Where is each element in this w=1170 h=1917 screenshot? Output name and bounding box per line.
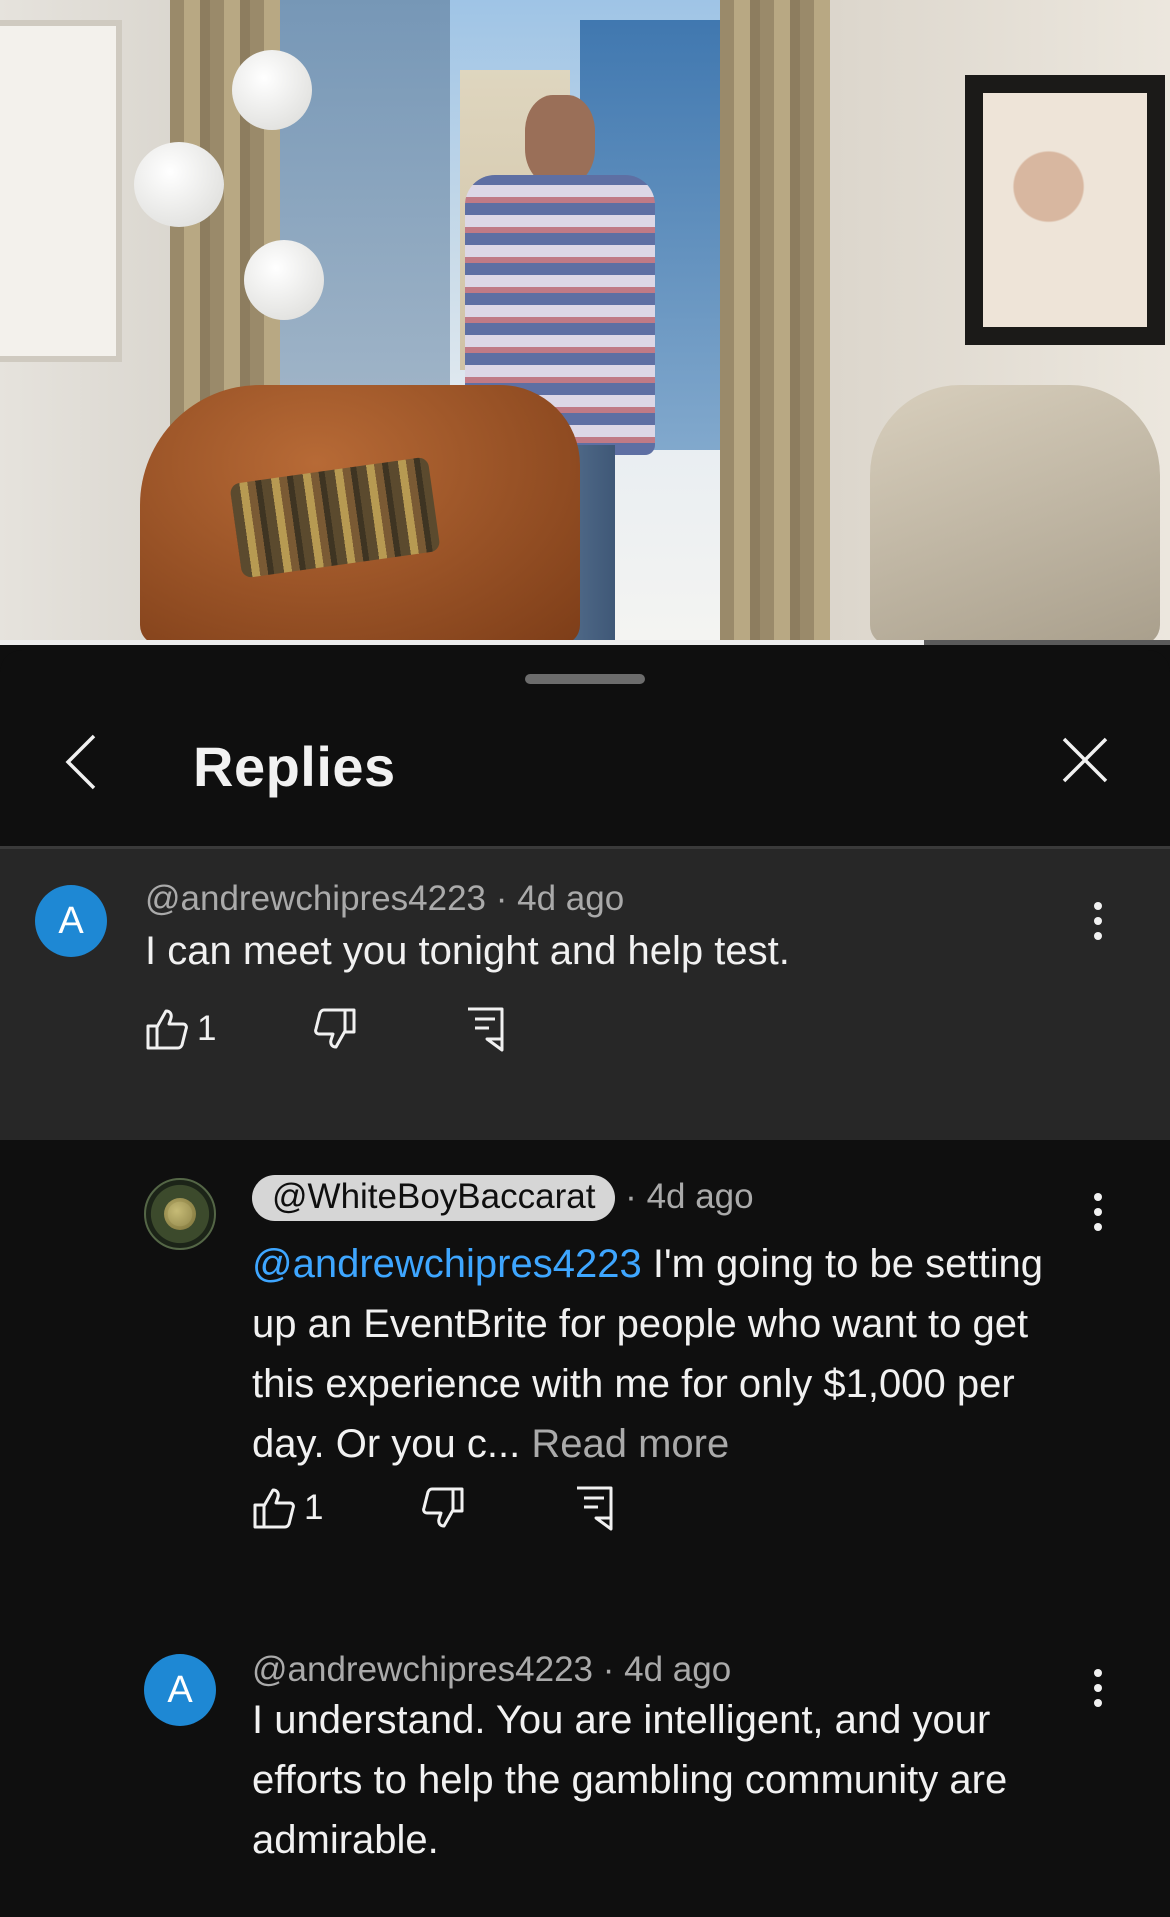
avatar[interactable] — [144, 1178, 216, 1250]
comment-time: 4d ago — [646, 1177, 754, 1216]
mention-link[interactable]: @andrewchipres4223 — [252, 1242, 642, 1286]
like-button[interactable]: 1 — [252, 1478, 323, 1538]
video-scene-lamp — [134, 142, 224, 227]
more-options-button[interactable] — [1078, 1182, 1118, 1242]
meta-separator: · — [495, 879, 508, 918]
thumbs-down-icon — [314, 1008, 356, 1049]
reply-button[interactable] — [574, 1478, 614, 1538]
parent-comment: A @andrewchipres4223 · 4d ago I can meet… — [0, 849, 1170, 1140]
comment-author[interactable]: @andrewchipres4223 — [145, 879, 486, 918]
dislike-button[interactable] — [421, 1478, 465, 1538]
replies-sheet: Replies A @andrewchipres4223 · 4d ago I … — [0, 650, 1170, 1917]
comment-author[interactable]: @andrewchipres4223 — [252, 1650, 593, 1689]
video-scene-artwork — [0, 20, 122, 362]
thumbs-down-icon — [422, 1487, 464, 1528]
creator-chip[interactable]: @WhiteBoyBaccarat — [252, 1175, 616, 1221]
avatar[interactable]: A — [144, 1654, 216, 1726]
like-button[interactable]: 1 — [145, 999, 216, 1059]
comment-meta: @andrewchipres4223 · 4d ago — [252, 1650, 731, 1690]
close-icon — [1062, 737, 1108, 783]
comment-meta: @andrewchipres4223 · 4d ago — [145, 879, 624, 919]
more-vert-icon — [1094, 1193, 1102, 1231]
sheet-drag-handle[interactable] — [525, 674, 645, 684]
back-button[interactable] — [52, 732, 112, 792]
like-count: 1 — [304, 1488, 324, 1527]
video-scene-lamp — [244, 240, 324, 320]
more-options-button[interactable] — [1078, 891, 1118, 951]
comment-time: 4d ago — [517, 879, 625, 918]
reply-comment-icon — [468, 1007, 504, 1052]
avatar[interactable]: A — [35, 885, 107, 957]
replies-header: Replies — [0, 710, 1170, 810]
comment-text: I understand. You are intelligent, and y… — [252, 1698, 1008, 1862]
reply-comment-icon — [577, 1486, 613, 1531]
meta-separator: · — [625, 1177, 637, 1216]
chevron-left-icon — [65, 734, 96, 790]
video-progress-played — [0, 640, 925, 645]
video-progress-bar[interactable] — [0, 640, 1170, 645]
reply-button[interactable] — [465, 999, 505, 1059]
dislike-button[interactable] — [313, 999, 357, 1059]
thumbs-up-icon — [253, 1488, 295, 1529]
like-count: 1 — [197, 1009, 217, 1048]
close-button[interactable] — [1055, 730, 1115, 790]
meta-separator: · — [602, 1650, 615, 1689]
comment-meta: @WhiteBoyBaccarat · 4d ago — [252, 1175, 754, 1221]
video-scene-lamp — [232, 50, 312, 130]
comment-text: I can meet you tonight and help test. — [145, 929, 790, 973]
page-title: Replies — [193, 735, 396, 798]
read-more-link[interactable]: Read more — [531, 1422, 729, 1466]
more-vert-icon — [1094, 1669, 1102, 1707]
video-scene-chair — [870, 385, 1160, 645]
video-player[interactable] — [0, 0, 1170, 645]
comment-text: @andrewchipres4223 I'm going to be setti… — [252, 1234, 1092, 1474]
more-vert-icon — [1094, 902, 1102, 940]
more-options-button[interactable] — [1078, 1658, 1118, 1718]
video-scene-frame — [965, 75, 1165, 345]
thumbs-up-icon — [146, 1009, 188, 1050]
comment-time: 4d ago — [624, 1650, 732, 1689]
